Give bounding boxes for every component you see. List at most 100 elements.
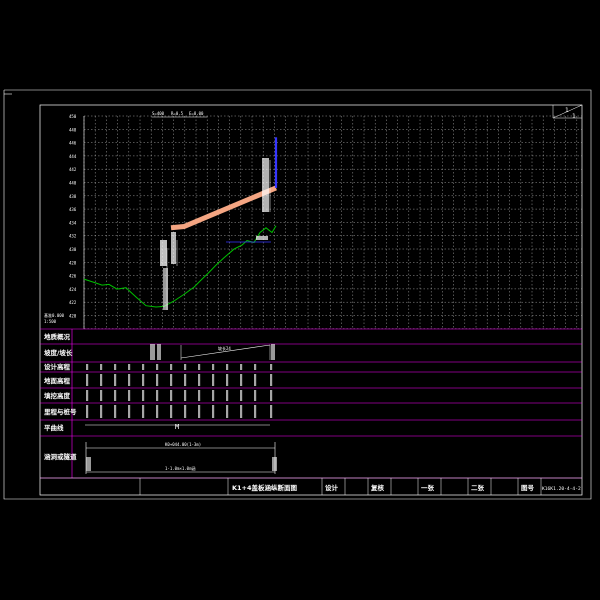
title-design: 设计	[325, 483, 339, 492]
profile-grid	[83, 115, 582, 329]
culvert-row-content: K0+044.00(1-3m) 1-1.0m×1.0m涵	[85, 442, 277, 474]
table-cell-mark	[170, 364, 173, 370]
row-label-geology: 地质概况	[44, 332, 71, 341]
table-cell-mark	[198, 405, 201, 418]
curve-label-s: S=400	[152, 111, 165, 116]
sheet-outer-frame	[3, 89, 592, 500]
table-cell-mark	[184, 364, 187, 370]
row-label-station: 里程与桩号	[44, 407, 77, 416]
elevation-tick-label: 438	[69, 194, 77, 199]
elevation-tick-label: 420	[69, 314, 77, 319]
elevation-tick-label: 448	[69, 127, 77, 132]
table-cell-mark	[142, 390, 145, 401]
title-block: K1+4盖板涵纵断面图 设计 复核 一张 二张 图号 K16K1.20-4-4-…	[40, 477, 582, 495]
title-drawing-no: K16K1.20-4-4-2	[542, 486, 581, 492]
inner-frame	[39, 104, 583, 496]
table-cell-mark	[254, 405, 257, 418]
table-cell-mark	[254, 364, 257, 370]
elevation-tick-label: 434	[69, 220, 77, 225]
table-cell-mark	[270, 374, 273, 386]
title-sheet-1: 一张	[421, 483, 435, 492]
title-drawing-no-label: 图号	[521, 483, 535, 492]
table-cell-mark	[142, 374, 145, 386]
title-sheet-2: 二张	[471, 483, 485, 492]
elevation-tick-label: 436	[69, 207, 77, 212]
row-label-culvert: 涵洞或隧道	[44, 452, 77, 461]
curve-label-r: R=0.5	[171, 111, 184, 116]
table-cell-mark	[128, 364, 131, 370]
row-label-grade: 坡度/坡长	[44, 348, 73, 357]
row-label-ground-elev: 地面高程	[44, 376, 71, 385]
curve-label-e: E=8.00	[189, 111, 204, 116]
table-cell-mark	[128, 390, 131, 401]
table-cell-mark	[128, 374, 131, 386]
table-cell-mark	[100, 390, 103, 401]
table-cell-mark	[100, 364, 103, 370]
elevation-tick-label: 428	[69, 260, 77, 265]
drawing-sheet: 1 1 450 448 446 444 442 440 438 436 434 432 430 428…	[3, 89, 592, 500]
elevation-tick-label: 440	[69, 181, 77, 186]
sheet-number-box: 1 1	[552, 104, 583, 120]
table-cell-mark	[254, 390, 257, 401]
table-cell-mark	[226, 364, 229, 370]
table-cell-mark	[240, 390, 243, 401]
table-cell-mark	[270, 364, 273, 370]
table-cell-mark	[156, 364, 159, 370]
elevation-tick-label: 446	[69, 141, 77, 146]
grade-row-content: 坡长24	[150, 344, 275, 360]
table-cell-mark	[212, 374, 215, 386]
culvert-text-2: 1-1.0m×1.0m涵	[165, 465, 196, 471]
datum-text-1: 基准0.000	[44, 312, 65, 318]
table-cell-mark	[212, 405, 215, 418]
profile-annotations	[160, 158, 271, 310]
curve-symbol: M	[175, 423, 179, 431]
table-cell-mark	[156, 390, 159, 401]
elevation-tick-label: 426	[69, 274, 77, 279]
table-cell-mark	[170, 390, 173, 401]
profile-chart	[83, 137, 278, 308]
culvert-text-1: K0+044.00(1-3m)	[165, 442, 201, 447]
table-cell-mark	[270, 390, 273, 401]
table-cell-mark	[86, 364, 89, 370]
table-cell-mark	[226, 405, 229, 418]
table-cell-mark	[240, 374, 243, 386]
elevation-tick-label: 430	[69, 247, 77, 252]
elevation-tick-label: 424	[69, 287, 77, 292]
elevation-tick-label: 422	[69, 300, 77, 305]
table-cell-mark	[240, 364, 243, 370]
row-label-horizontal-curve: 平曲线	[44, 423, 64, 432]
elevation-tick-label: 432	[69, 234, 77, 239]
table-cell-mark	[226, 390, 229, 401]
table-cell-mark	[86, 374, 89, 386]
table-cell-mark	[184, 405, 187, 418]
table-cell-mark	[142, 364, 145, 370]
table-cell-mark	[184, 374, 187, 386]
sheet-total: 1	[572, 113, 576, 120]
datum-note: 基准0.000 1:500	[44, 312, 65, 324]
title-review: 复核	[370, 483, 385, 492]
drawing-title: K1+4盖板涵纵断面图	[232, 483, 298, 492]
table-cell-mark	[100, 405, 103, 418]
table-cell-mark	[170, 374, 173, 386]
table-cell-mark	[184, 390, 187, 401]
sheet-page: 1	[565, 107, 569, 114]
table-cell-mark	[198, 390, 201, 401]
table-cell-mark	[142, 405, 145, 418]
horizontal-curve-row: M	[85, 423, 270, 431]
table-cell-mark	[114, 390, 117, 401]
table-cell-mark	[198, 364, 201, 370]
elevation-tick-label: 442	[69, 167, 77, 172]
row-label-design-elev: 设计高程	[44, 362, 71, 371]
table-cell-mark	[270, 405, 273, 418]
table-cell-mark	[100, 374, 103, 386]
table-cell-mark	[86, 390, 89, 401]
table-cell-mark	[156, 405, 159, 418]
data-table	[40, 328, 582, 479]
ground-line	[83, 225, 277, 308]
design-line	[170, 185, 277, 231]
table-cell-mark	[128, 405, 131, 418]
table-cell-mark	[254, 374, 257, 386]
grade-text: 坡长24	[218, 345, 231, 351]
table-cell-mark	[212, 364, 215, 370]
table-cell-mark	[114, 364, 117, 370]
